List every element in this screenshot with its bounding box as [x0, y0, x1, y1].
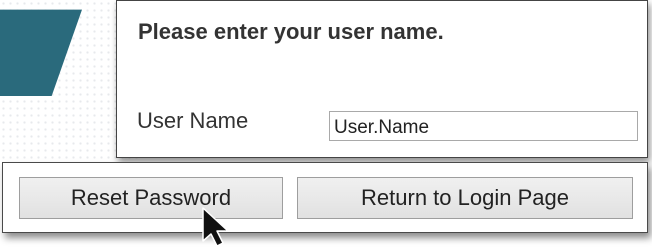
reset-password-button[interactable]: Reset Password [19, 177, 283, 219]
return-to-login-button[interactable]: Return to Login Page [297, 177, 633, 219]
username-dialog: Please enter your user name. User Name [116, 0, 648, 158]
username-input[interactable] [329, 111, 638, 141]
username-label: User Name [137, 108, 249, 133]
button-bar: Reset Password Return to Login Page [2, 162, 648, 233]
dialog-prompt: Please enter your user name. [138, 19, 444, 44]
mouse-pointer-icon [202, 207, 229, 247]
